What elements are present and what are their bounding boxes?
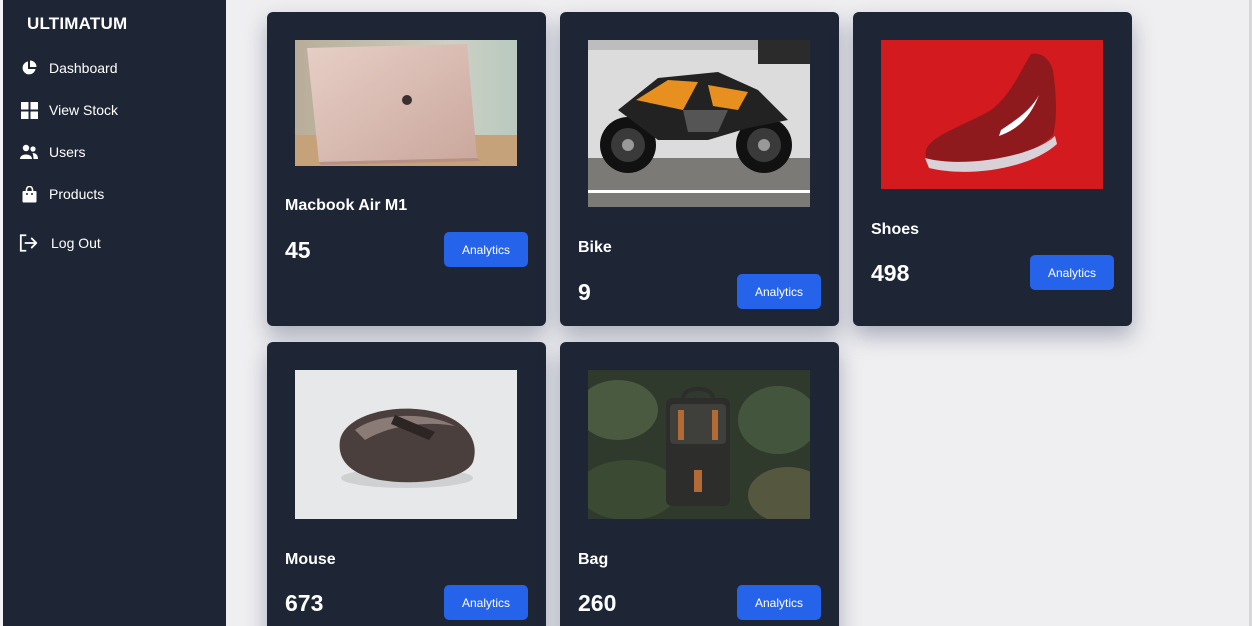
product-count: 45 — [285, 237, 311, 263]
product-card-shoes: Shoes 498 Analytics — [853, 12, 1132, 326]
sidebar-item-label: Users — [49, 144, 86, 160]
grid-icon — [19, 100, 39, 120]
product-name: Macbook Air M1 — [285, 197, 408, 214]
product-count: 673 — [285, 590, 324, 616]
product-card-bike: Bike 9 Analytics — [560, 12, 839, 326]
analytics-button[interactable]: Analytics — [737, 274, 821, 309]
laptop-photo — [295, 40, 517, 166]
computer-mouse-photo — [295, 370, 517, 519]
backpack-photo — [588, 370, 810, 519]
users-icon — [19, 142, 39, 162]
analytics-button[interactable]: Analytics — [1030, 255, 1114, 290]
sidebar-item-products[interactable]: Products — [19, 182, 104, 206]
product-card-bag: Bag 260 Analytics — [560, 342, 839, 626]
product-count: 498 — [871, 260, 910, 286]
sidebar-item-dashboard[interactable]: Dashboard — [19, 56, 118, 80]
analytics-button[interactable]: Analytics — [444, 585, 528, 620]
product-name: Mouse — [285, 551, 336, 568]
sidebar-item-label: Products — [49, 186, 105, 202]
brand-logo-text: ULTIMATUM — [27, 14, 128, 33]
motorcycle-photo — [588, 40, 810, 207]
analytics-button[interactable]: Analytics — [737, 585, 821, 620]
sidebar-item-users[interactable]: Users — [19, 140, 86, 164]
product-card-macbook: Macbook Air M1 45 Analytics — [267, 12, 546, 326]
product-count: 9 — [578, 279, 591, 305]
shopping-bag-icon — [19, 184, 39, 204]
product-name: Bike — [578, 239, 612, 256]
sidebar-item-label: Dashboard — [49, 60, 118, 76]
red-sneaker-photo — [881, 40, 1103, 189]
analytics-button[interactable]: Analytics — [444, 232, 528, 267]
logout-button[interactable]: Log Out — [19, 231, 101, 255]
sidebar-item-label: Log Out — [51, 235, 101, 251]
pie-chart-icon — [19, 58, 39, 78]
product-card-mouse: Mouse 673 Analytics — [267, 342, 546, 626]
product-count: 260 — [578, 590, 617, 616]
product-name: Shoes — [871, 221, 920, 238]
product-name: Bag — [578, 551, 609, 568]
sidebar: ULTIMATUM Dashboard View Stock Users Pro… — [3, 0, 226, 626]
logout-icon — [19, 233, 39, 253]
sidebar-item-view-stock[interactable]: View Stock — [19, 98, 118, 122]
sidebar-item-label: View Stock — [49, 102, 118, 118]
